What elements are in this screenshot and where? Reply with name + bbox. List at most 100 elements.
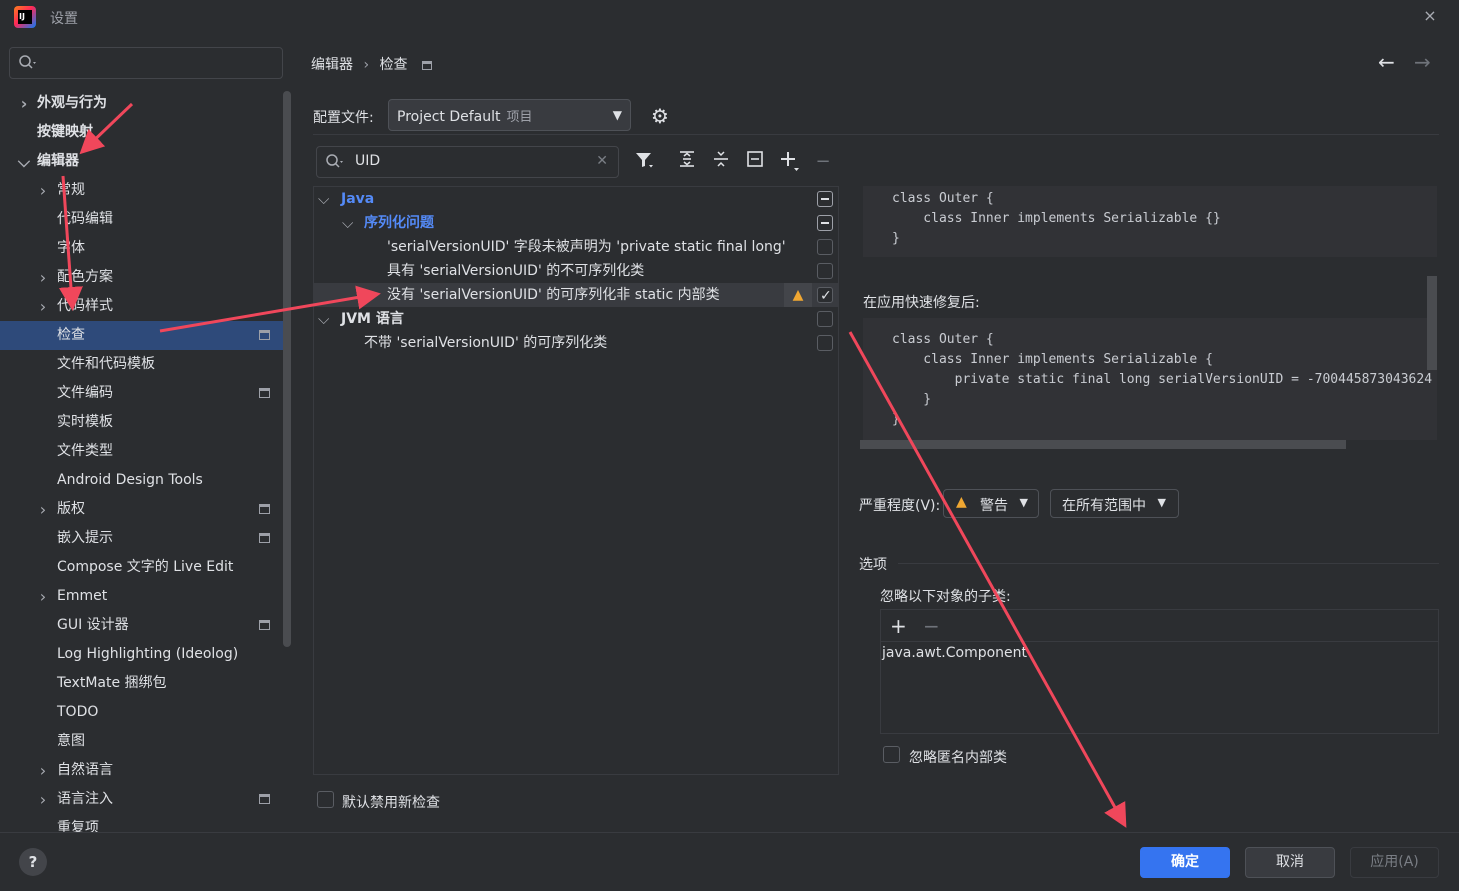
sidebar-item[interactable]: › 版权 (0, 495, 290, 524)
inspection-row[interactable]: ⌵ JVM 语言 (314, 307, 838, 331)
sidebar-item[interactable]: 意图 (0, 727, 290, 756)
modified-icon (259, 620, 270, 630)
sidebar-search-input[interactable] (9, 47, 283, 79)
sidebar-item[interactable]: › 配色方案 (0, 263, 290, 292)
inspection-checkbox[interactable] (817, 215, 833, 231)
list-item[interactable]: java.awt.Component (882, 645, 1027, 661)
scope-dropdown[interactable]: 在所有范围中 ▼ (1050, 489, 1179, 518)
sidebar-item[interactable]: 文件和代码模板 (0, 350, 290, 379)
sidebar-item[interactable]: › 语言注入 (0, 785, 290, 814)
gear-icon[interactable]: ⚙ (651, 104, 669, 128)
chevron-right-icon[interactable]: › (17, 89, 31, 118)
divider (313, 134, 1439, 135)
chevron-down-icon[interactable]: ⌵ (17, 147, 31, 176)
chevron-right-icon[interactable]: › (36, 495, 50, 524)
sidebar-item[interactable]: TODO (0, 698, 290, 727)
inspection-search-input[interactable]: UID ✕ (316, 146, 619, 178)
filter-icon[interactable] (632, 150, 656, 174)
expand-all-icon[interactable] (675, 150, 699, 174)
inspection-checkbox[interactable] (817, 239, 833, 255)
remove-icon[interactable]: − (811, 150, 835, 174)
sidebar-item[interactable]: Compose 文字的 Live Edit (0, 553, 290, 582)
sidebar-item[interactable]: › Emmet (0, 582, 290, 611)
chevron-right-icon[interactable]: › (36, 263, 50, 292)
close-icon[interactable]: × (1420, 6, 1440, 28)
code-vertical-scrollbar[interactable] (1427, 276, 1437, 370)
inspection-row[interactable]: 'serialVersionUID' 字段未被声明为 'private stat… (314, 235, 838, 259)
sidebar-item[interactable]: 实时模板 (0, 408, 290, 437)
sidebar-scrollbar[interactable] (283, 91, 291, 647)
code-preview-after: class Outer { class Inner implements Ser… (863, 318, 1437, 440)
inspection-row[interactable]: 没有 'serialVersionUID' 的可序列化非 static 内部类 ▲ (314, 283, 838, 308)
sidebar-item[interactable]: 字体 (0, 234, 290, 263)
help-button[interactable]: ? (19, 848, 47, 876)
ignore-anonymous-checkbox[interactable] (883, 746, 900, 763)
inspection-row[interactable]: 具有 'serialVersionUID' 的不可序列化类 (314, 259, 838, 283)
sidebar-item[interactable]: › 代码样式 (0, 292, 290, 321)
inspection-row[interactable]: ⌵ Java (314, 187, 838, 211)
profile-dropdown[interactable]: Project Default 项目 ▼ (388, 99, 631, 131)
inspection-checkbox[interactable] (817, 191, 833, 207)
sidebar-item-label: 外观与行为 (37, 95, 107, 111)
sidebar-item[interactable]: 按键映射 (0, 118, 290, 147)
severity-dropdown[interactable]: ▲ 警告 ▼ (943, 489, 1039, 518)
sidebar-item-label: 配色方案 (57, 269, 113, 285)
chevron-right-icon[interactable]: › (36, 785, 50, 814)
sidebar-item[interactable]: GUI 设计器 (0, 611, 290, 640)
inspection-label: 不带 'serialVersionUID' 的可序列化类 (364, 335, 608, 351)
default-disable-label: 默认禁用新检查 (342, 795, 440, 811)
default-disable-checkbox[interactable] (317, 791, 334, 808)
chevron-right-icon[interactable]: › (36, 292, 50, 321)
sidebar-item[interactable]: ⌵ 编辑器 (0, 147, 290, 176)
sidebar-item-label: GUI 设计器 (57, 617, 129, 633)
chevron-right-icon[interactable]: › (36, 756, 50, 785)
footer (0, 832, 1459, 891)
breadcrumb-separator: › (363, 57, 370, 73)
inspection-checkbox[interactable] (817, 335, 833, 351)
add-icon[interactable]: + (890, 614, 907, 638)
sidebar-item[interactable]: › 外观与行为 (0, 89, 290, 118)
collapse-all-icon[interactable] (709, 150, 733, 174)
inspection-row[interactable]: 不带 'serialVersionUID' 的可序列化类 (314, 331, 838, 355)
sidebar-item-label: 按键映射 (37, 124, 93, 140)
inspection-checkbox[interactable] (817, 284, 833, 308)
title-bar (0, 0, 1459, 36)
sidebar-item[interactable]: › 自然语言 (0, 756, 290, 785)
reset-icon[interactable] (743, 150, 767, 174)
sidebar-item[interactable]: Log Highlighting (Ideolog) (0, 640, 290, 669)
sidebar-item[interactable]: TextMate 捆绑包 (0, 669, 290, 698)
inspection-row[interactable]: ⌵ 序列化问题 (314, 211, 838, 235)
modified-icon (259, 504, 270, 514)
chevron-down-icon[interactable]: ⌵ (342, 211, 353, 235)
inspection-checkbox[interactable] (817, 263, 833, 279)
inspection-checkbox[interactable] (817, 311, 833, 327)
chevron-right-icon[interactable]: › (36, 176, 50, 205)
sidebar-item[interactable]: 代码编辑 (0, 205, 290, 234)
back-arrow-icon[interactable]: ← (1378, 50, 1395, 74)
add-icon[interactable] (778, 150, 802, 174)
breadcrumb-parent[interactable]: 编辑器 (311, 57, 353, 73)
ok-button[interactable]: 确定 (1140, 847, 1230, 878)
cancel-button[interactable]: 取消 (1245, 847, 1335, 878)
inspection-tree: ⌵ Java ⌵ 序列化问题 'serialVersionUID' 字段未被声明为 'p… (313, 186, 839, 775)
dropdown-arrow-icon: ▼ (1157, 496, 1166, 509)
sidebar-item[interactable]: 文件编码 (0, 379, 290, 408)
remove-icon[interactable]: − (923, 614, 940, 638)
apply-button[interactable]: 应用(A) (1350, 847, 1439, 878)
code-horizontal-scrollbar[interactable] (860, 440, 1346, 449)
sidebar-item[interactable]: 检查 (0, 321, 290, 350)
sidebar-item[interactable]: 文件类型 (0, 437, 290, 466)
chevron-right-icon[interactable]: › (36, 582, 50, 611)
sidebar-item[interactable]: Android Design Tools (0, 466, 290, 495)
forward-arrow-icon[interactable]: → (1414, 50, 1431, 74)
chevron-down-icon[interactable]: ⌵ (318, 187, 329, 211)
modified-icon (259, 794, 270, 804)
search-icon (19, 55, 36, 69)
sidebar-item-label: 实时模板 (57, 414, 113, 430)
chevron-down-icon[interactable]: ⌵ (318, 307, 329, 331)
scope-value: 在所有范围中 (1062, 498, 1146, 514)
sidebar-item[interactable]: 嵌入提示 (0, 524, 290, 553)
dropdown-arrow-icon: ▼ (1019, 496, 1028, 509)
sidebar-item[interactable]: › 常规 (0, 176, 290, 205)
clear-icon[interactable]: ✕ (596, 153, 608, 169)
